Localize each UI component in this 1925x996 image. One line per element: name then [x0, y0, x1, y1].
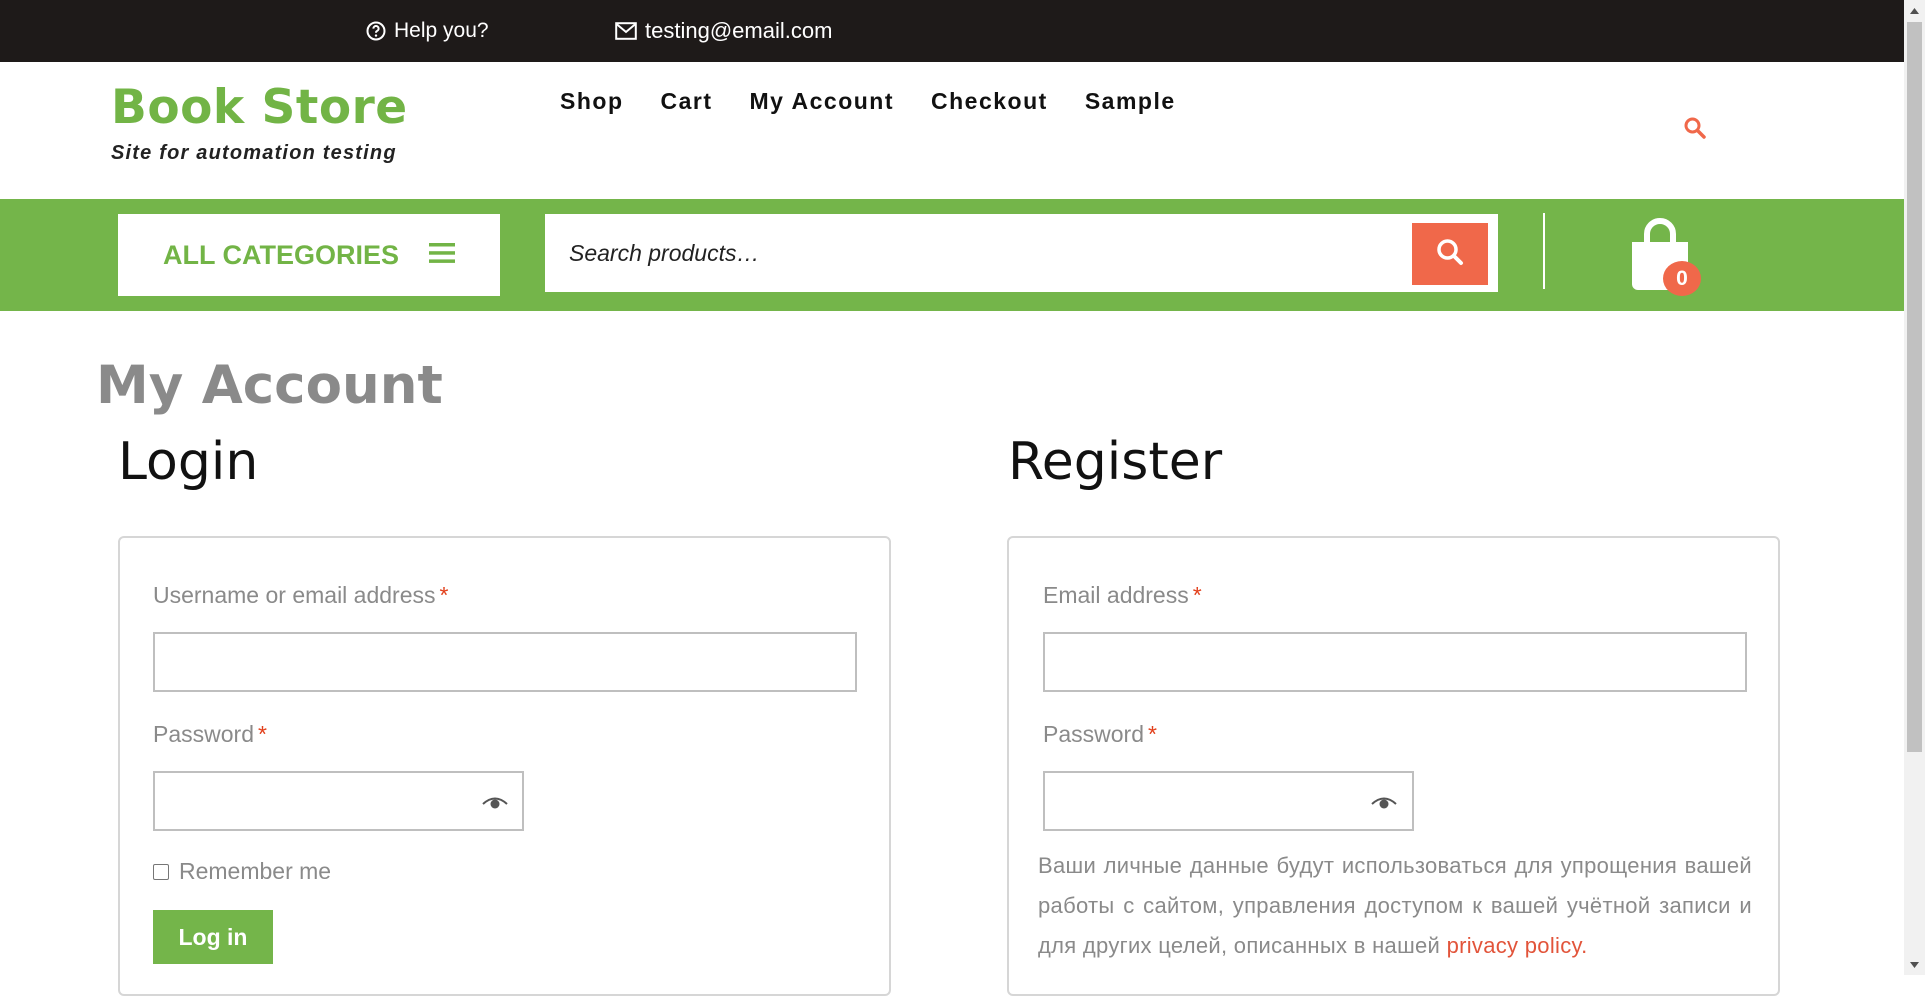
header-search-icon[interactable] — [1683, 116, 1707, 145]
login-password-label: Password * — [153, 721, 267, 747]
privacy-policy-link[interactable]: privacy policy. — [1447, 933, 1588, 958]
product-search-button[interactable] — [1412, 223, 1488, 285]
required-asterisk: * — [439, 582, 449, 608]
scroll-down-arrow-icon[interactable] — [1904, 956, 1925, 973]
remember-me: Remember me — [153, 858, 331, 885]
login-password-input[interactable] — [153, 771, 524, 831]
cart-count-badge: 0 — [1663, 261, 1701, 296]
remember-me-checkbox[interactable] — [153, 863, 169, 880]
product-search-input[interactable] — [545, 214, 1405, 292]
register-email-label: Email address * — [1043, 582, 1202, 608]
envelope-icon — [615, 22, 637, 40]
top-bar: Help you? testing@email.com — [0, 0, 1904, 62]
required-asterisk: * — [257, 721, 267, 747]
privacy-notice: Ваши личные данные будут использоваться … — [1038, 846, 1752, 966]
search-icon — [1435, 237, 1465, 272]
all-categories-label: ALL CATEGORIES — [162, 239, 399, 270]
page-title: My Account — [96, 355, 443, 416]
eye-icon[interactable] — [482, 796, 508, 815]
login-heading: Login — [118, 432, 259, 492]
help-text: Help you? — [394, 19, 489, 42]
remember-me-label: Remember me — [179, 858, 332, 884]
help-link[interactable]: Help you? — [366, 0, 489, 62]
question-circle-icon — [366, 21, 386, 41]
site-title[interactable]: Book Store — [111, 80, 408, 135]
register-email-input[interactable] — [1043, 632, 1747, 692]
register-password-label: Password * — [1043, 721, 1157, 747]
eye-icon[interactable] — [1371, 796, 1397, 815]
nav-item-shop[interactable]: Shop — [560, 88, 624, 115]
nav-item-checkout[interactable]: Checkout — [931, 88, 1048, 115]
main-navigation: Shop Cart My Account Checkout Sample — [560, 88, 1176, 115]
hamburger-icon — [429, 242, 455, 269]
required-asterisk: * — [1147, 721, 1157, 747]
username-input[interactable] — [153, 632, 857, 692]
email-text: testing@email.com — [645, 18, 833, 43]
scroll-up-arrow-icon[interactable] — [1904, 2, 1925, 19]
nav-item-sample[interactable]: Sample — [1085, 88, 1176, 115]
required-asterisk: * — [1192, 582, 1202, 608]
email-link[interactable]: testing@email.com — [615, 0, 832, 62]
nav-item-cart[interactable]: Cart — [661, 88, 713, 115]
nav-item-my-account[interactable]: My Account — [750, 88, 895, 115]
scrollbar-thumb[interactable] — [1907, 22, 1922, 752]
register-password-input[interactable] — [1043, 771, 1414, 831]
bar-divider — [1543, 213, 1545, 289]
privacy-notice-text: Ваши личные данные будут использоваться … — [1038, 853, 1752, 958]
login-button[interactable]: Log in — [153, 910, 273, 964]
register-heading: Register — [1008, 432, 1223, 492]
username-label: Username or email address * — [153, 582, 449, 608]
page-scrollbar[interactable] — [1904, 0, 1925, 975]
site-tagline: Site for automation testing — [111, 142, 397, 164]
all-categories-button[interactable]: ALL CATEGORIES — [118, 214, 500, 296]
product-search — [545, 214, 1498, 292]
